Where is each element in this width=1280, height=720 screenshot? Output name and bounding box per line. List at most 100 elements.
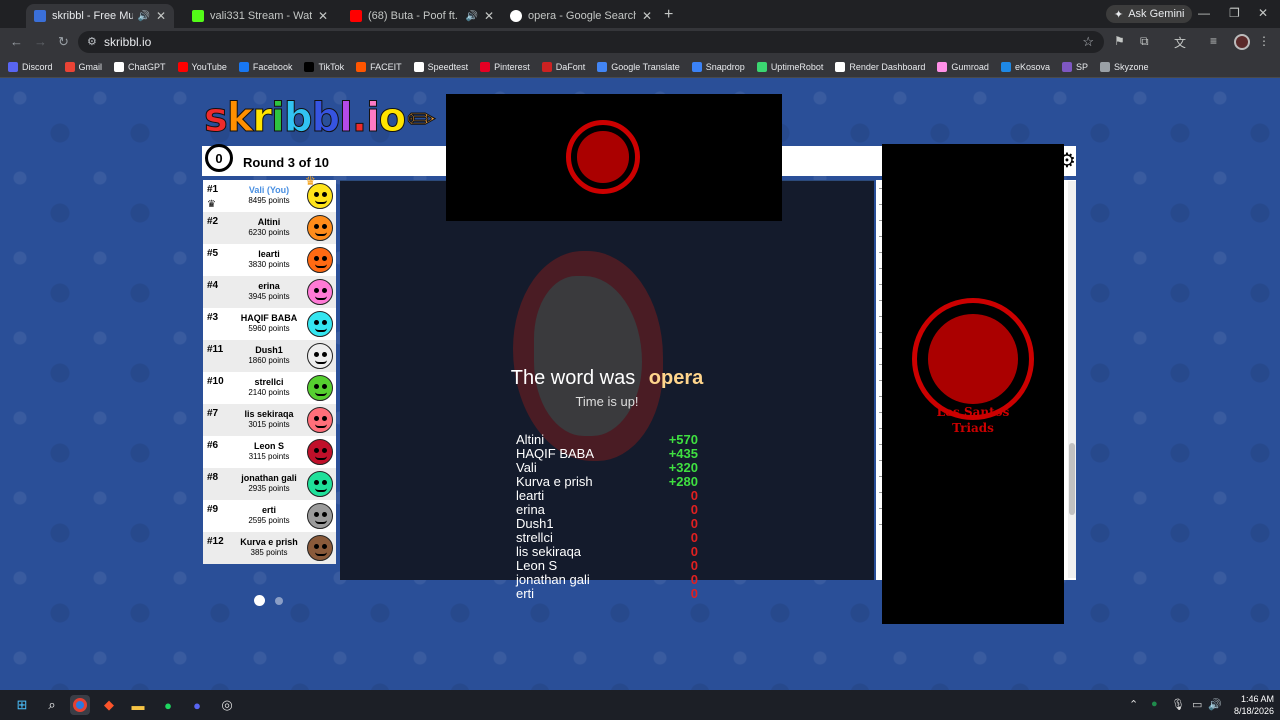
result-name: Leon S [516, 558, 558, 573]
close-tab-icon[interactable]: ✕ [156, 9, 166, 23]
player-row[interactable]: #5 learti 3830 points [203, 244, 336, 276]
chat-scrollbar[interactable] [1068, 181, 1076, 578]
drawing-canvas[interactable]: The word was opera Time is up! Altini +57… [340, 180, 874, 601]
bookmark-label: SP [1075, 61, 1088, 72]
bookmark-google-translate[interactable]: Google Translate [597, 61, 680, 72]
tab-youtube[interactable]: (68) Buta - Poof ft. Lumi B 🔊 ✕ [342, 4, 502, 28]
site-info-icon[interactable]: ⚙ [87, 35, 97, 48]
maximize-icon[interactable]: ❐ [1229, 6, 1240, 20]
close-tab-icon[interactable]: ✕ [484, 9, 494, 23]
clock-date: 8/18/2026 [1233, 706, 1274, 716]
ad-banner-top[interactable] [446, 94, 782, 221]
bookmark-gumroad[interactable]: Gumroad [937, 61, 989, 72]
bookmark-chatgpt[interactable]: ChatGPT [114, 61, 166, 72]
scrollbar-thumb[interactable] [1069, 443, 1075, 515]
windows-start-icon[interactable]: ⊞ [12, 695, 32, 715]
close-tab-icon[interactable]: ✕ [642, 9, 652, 23]
bookmark-snapdrop[interactable]: Snapdrop [691, 61, 745, 72]
page-dot[interactable] [275, 596, 283, 605]
player-row[interactable]: #9 erti 2595 points [203, 500, 336, 532]
bookmark-pinterest[interactable]: Pinterest [480, 61, 530, 72]
tab-kick-stream[interactable]: vali331 Stream - Watch Live on ✕ [184, 4, 336, 28]
result-name: erti [516, 586, 535, 601]
bookmark-label: UptimeRobot [770, 61, 824, 72]
result-points: 0 [690, 544, 698, 559]
search-icon[interactable]: ⌕ [42, 695, 62, 715]
forward-icon[interactable]: → [34, 34, 47, 49]
player-row[interactable]: #2 Altini 6230 points [203, 212, 336, 244]
bookmark-uptimerobot[interactable]: UptimeRobot [756, 61, 824, 72]
player-row[interactable]: #8 jonathan gali 2935 points [203, 468, 336, 500]
tray-overflow-icon[interactable]: ⌃ [1129, 698, 1138, 711]
address-bar[interactable]: ⚙ skribbl.io ☆ [78, 31, 1104, 53]
system-clock[interactable]: 1:46 AM 8/18/2026 [1224, 693, 1274, 717]
bookmark-facebook[interactable]: Facebook [238, 61, 292, 72]
player-rank: #2 [207, 216, 219, 227]
bookmark-sp[interactable]: SP [1061, 61, 1088, 72]
player-row[interactable]: #1 Vali (You) 8495 points ♛ ♛ [203, 174, 336, 212]
bookmark-render-dashboard[interactable]: Render Dashboard [835, 61, 925, 72]
extension-icon[interactable]: ⚑ [1114, 34, 1125, 48]
chrome-app-icon[interactable] [70, 695, 90, 715]
steam-app-icon[interactable]: ◎ [217, 695, 237, 715]
player-row[interactable]: #3 HAQIF BABA 5960 points [203, 308, 336, 340]
back-icon[interactable]: ← [10, 34, 23, 49]
translate-icon[interactable]: 文 [1174, 34, 1186, 51]
player-row[interactable]: #4 erina 3945 points [203, 276, 336, 308]
reload-icon[interactable]: ↻ [58, 34, 69, 50]
brave-app-icon[interactable]: ◆ [99, 695, 119, 715]
bookmark-ekosova[interactable]: eKosova [1000, 61, 1050, 72]
result-row: jonathan gali 0 [516, 573, 698, 587]
player-rank: #9 [207, 504, 219, 515]
bookmark-label: Pinterest [494, 61, 530, 72]
tab-title: vali331 Stream - Watch Live on [210, 10, 312, 22]
bookmark-speedtest[interactable]: Speedtest [413, 61, 469, 72]
skribbl-page: skribbl.io✏ 0 Round 3 of 10 ⚙ #1 Vali (Yo… [0, 78, 1280, 690]
player-row[interactable]: #12 Kurva e prish 385 points [203, 532, 336, 564]
ask-gemini-button[interactable]: ✦ Ask Gemini [1106, 5, 1193, 23]
player-rank: #11 [207, 344, 224, 355]
bookmark-tiktok[interactable]: TikTok [304, 61, 344, 72]
bookmark-label: ChatGPT [128, 61, 166, 72]
tray-app-icon[interactable]: ● [1151, 698, 1158, 710]
bookmark-star-icon[interactable]: ☆ [1082, 34, 1094, 50]
player-row[interactable]: #7 lis sekiraqa 3015 points [203, 404, 336, 436]
bookmark-dafont[interactable]: DaFont [541, 61, 585, 72]
tab-search-icon[interactable]: ≡ [1210, 34, 1217, 48]
bookmark-label: YouTube [191, 61, 227, 72]
volume-icon[interactable]: 🔊 [1208, 698, 1222, 711]
speaker-icon[interactable]: 🔊 [465, 11, 477, 22]
menu-kebab-icon[interactable]: ⋮ [1258, 34, 1270, 48]
discord-app-icon[interactable]: ● [187, 695, 207, 715]
ad-banner-right[interactable]: Los Santos Triads [882, 144, 1064, 624]
profile-avatar[interactable] [1234, 34, 1250, 50]
player-avatar [307, 471, 333, 497]
speaker-icon[interactable]: 🔊 [137, 11, 149, 22]
word-reveal: The word was opera [340, 367, 874, 390]
bookmark-youtube[interactable]: YouTube [177, 61, 227, 72]
tab-google-search[interactable]: opera - Google Search ✕ [502, 4, 660, 28]
player-row[interactable]: #11 Dush1 1860 points [203, 340, 336, 372]
result-points: 0 [690, 558, 698, 573]
microphone-icon[interactable]: 🎙 [1171, 698, 1185, 711]
bookmark-faceit[interactable]: FACEIT [356, 61, 402, 72]
bookmark-discord[interactable]: Discord [8, 61, 53, 72]
page-dot-active[interactable] [254, 595, 265, 606]
network-icon[interactable]: ▭ [1192, 698, 1202, 711]
minimize-icon[interactable]: — [1198, 6, 1210, 20]
player-row[interactable]: #10 strellci 2140 points [203, 372, 336, 404]
bookmark-skyzone[interactable]: Skyzone [1099, 61, 1149, 72]
player-row[interactable]: #6 Leon S 3115 points [203, 436, 336, 468]
player-points: 3115 points [248, 452, 290, 461]
new-tab-button[interactable]: + [664, 6, 673, 24]
extensions-puzzle-icon[interactable]: ⧉ [1140, 34, 1149, 49]
player-rank: #5 [207, 248, 219, 259]
player-avatar [307, 311, 333, 337]
tab-skribbl[interactable]: skribbl - Free Multiplayer D 🔊 ✕ [26, 4, 174, 28]
bookmark-label: Speedtest [427, 61, 469, 72]
bookmark-gmail[interactable]: Gmail [64, 61, 102, 72]
spotify-app-icon[interactable]: ● [158, 695, 178, 715]
close-tab-icon[interactable]: ✕ [318, 9, 328, 23]
file-explorer-icon[interactable]: ▬ [128, 695, 148, 715]
close-window-icon[interactable]: ✕ [1258, 6, 1268, 20]
